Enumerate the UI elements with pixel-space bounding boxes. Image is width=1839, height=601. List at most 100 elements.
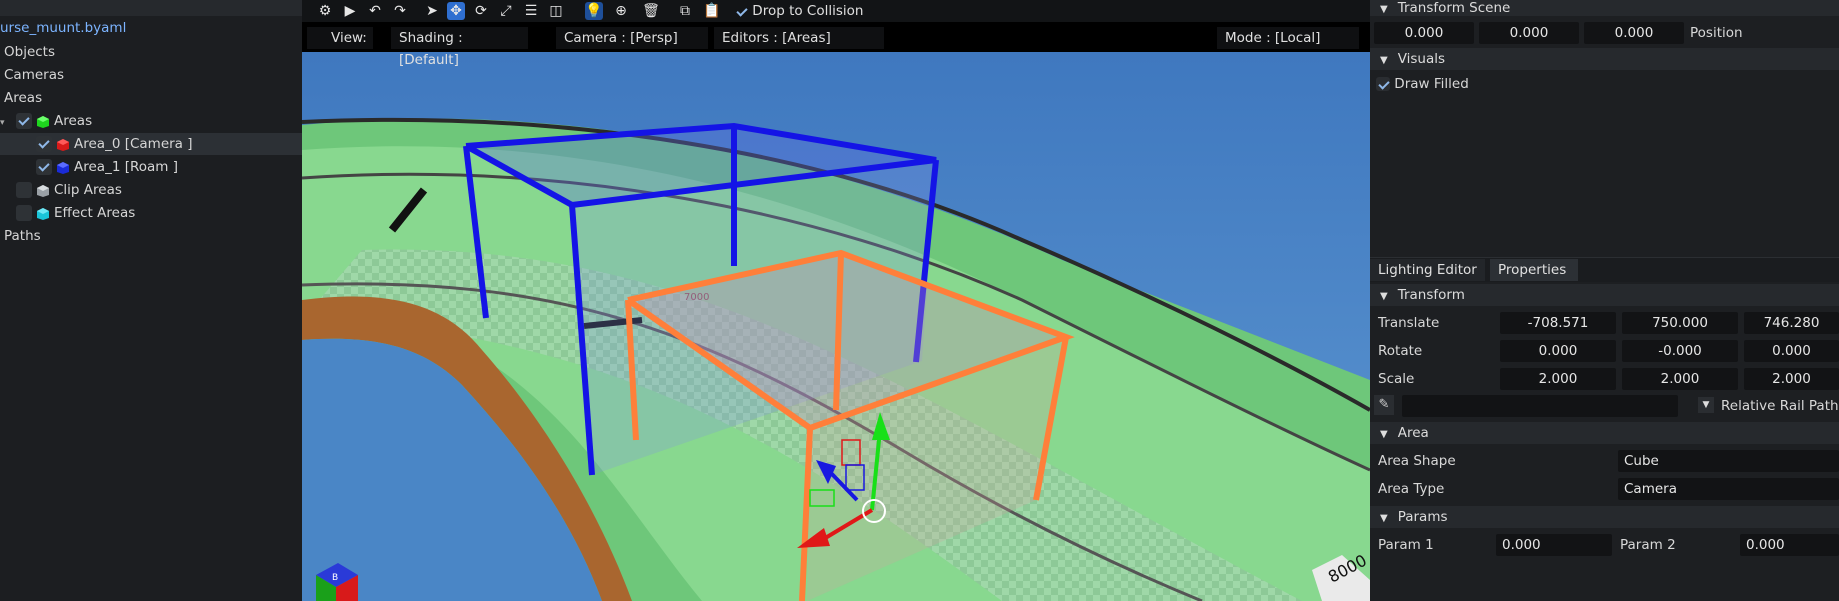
drop-to-collision-checkbox[interactable] — [734, 4, 748, 18]
properties-panel: ▼ Transform Scene 0.000 0.000 0.000 Posit… — [1370, 0, 1839, 601]
param-2-label: Param 2 — [1620, 537, 1676, 553]
outliner-header — [0, 0, 302, 16]
area-type-label: Area Type — [1378, 481, 1445, 497]
scene-position-label: Position — [1690, 25, 1743, 41]
scale-tool-icon[interactable]: ⤢ — [497, 2, 515, 20]
outliner-item-clip-areas[interactable]: Clip Areas — [0, 179, 122, 201]
chevron-down-icon: ▼ — [1380, 291, 1388, 302]
clip-areas-checkbox[interactable] — [16, 182, 32, 198]
red-cube-icon — [56, 137, 70, 151]
translate-y[interactable]: 750.000 — [1622, 312, 1738, 334]
outliner-label-clip-areas: Clip Areas — [54, 182, 122, 198]
scene-position-y[interactable]: 0.000 — [1479, 22, 1579, 44]
area-1-visibility-checkbox[interactable] — [36, 159, 52, 175]
draw-filled-checkbox[interactable] — [1376, 77, 1390, 91]
scene-position-x[interactable]: 0.000 — [1374, 22, 1474, 44]
param-1-input[interactable]: 0.000 — [1496, 534, 1612, 556]
lightbulb-icon[interactable]: 💡 — [585, 2, 603, 20]
areas-visibility-checkbox[interactable] — [16, 113, 32, 129]
transform-title: Transform — [1397, 287, 1465, 303]
paste-icon[interactable]: 📋 — [703, 2, 721, 20]
outliner-label-areas: Areas — [54, 113, 93, 129]
visuals-header[interactable]: ▼ Visuals — [1370, 48, 1839, 70]
rotate-x[interactable]: 0.000 — [1500, 340, 1616, 362]
scale-label: Scale — [1378, 371, 1415, 387]
translate-z[interactable]: 746.280 — [1744, 312, 1839, 334]
list-icon[interactable]: ☰ — [522, 2, 540, 20]
gray-cube-icon — [36, 183, 50, 197]
params-header[interactable]: ▼ Params — [1370, 506, 1839, 528]
outliner-item-effect-areas[interactable]: Effect Areas — [0, 202, 135, 224]
outliner-label-area-1: Area_1 [Roam ] — [74, 159, 178, 175]
outliner-file-name[interactable]: urse_muunt.byaml — [0, 17, 126, 39]
outliner-item-areas[interactable]: Areas — [4, 87, 42, 109]
rail-path-dropdown-icon[interactable]: ▼ — [1698, 397, 1714, 413]
area-shape-label: Area Shape — [1378, 453, 1456, 469]
drop-to-collision-label: Drop to Collision — [752, 3, 864, 19]
editors-menu[interactable]: Editors : [Areas] — [714, 27, 884, 49]
view-menu-label: View: — [331, 30, 367, 46]
mode-menu[interactable]: Mode : [Local] — [1217, 27, 1359, 49]
effect-areas-checkbox[interactable] — [16, 205, 32, 221]
delete-icon[interactable]: 🗑 — [642, 2, 660, 20]
param-2-input[interactable]: 0.000 — [1740, 534, 1839, 556]
blue-cube-icon — [56, 160, 70, 174]
rotate-z[interactable]: 0.000 — [1744, 340, 1839, 362]
shading-menu[interactable]: Shading : [Default] — [391, 27, 528, 68]
chevron-down-icon[interactable]: ▾ — [0, 112, 10, 134]
outliner-label-area-0: Area_0 [Camera ] — [74, 136, 193, 152]
chevron-down-icon: ▼ — [1380, 513, 1388, 524]
copy-icon[interactable]: ⧉ — [676, 2, 694, 20]
area-header[interactable]: ▼ Area — [1370, 422, 1839, 444]
undo-icon[interactable]: ↶ — [366, 2, 384, 20]
outliner-label-effect-areas: Effect Areas — [54, 205, 136, 221]
tab-properties[interactable]: Properties — [1490, 259, 1578, 281]
select-cursor-icon[interactable]: ➤ — [423, 2, 441, 20]
draw-filled-label: Draw Filled — [1394, 76, 1469, 92]
translate-label: Translate — [1378, 315, 1440, 331]
translate-x[interactable]: -708.571 — [1500, 312, 1616, 334]
outliner-item-objects[interactable]: Objects — [4, 41, 55, 63]
scene-position-z[interactable]: 0.000 — [1584, 22, 1684, 44]
play-icon[interactable]: ▶ — [341, 2, 359, 20]
rotate-tool-icon[interactable]: ⟳ — [472, 2, 490, 20]
scale-z[interactable]: 2.000 — [1744, 368, 1839, 390]
tab-lighting-editor[interactable]: Lighting Editor — [1370, 259, 1485, 281]
rotate-y[interactable]: -0.000 — [1622, 340, 1738, 362]
scene-render[interactable]: 7000 8000 B — [302, 0, 1370, 601]
transform-header[interactable]: ▼ Transform — [1370, 284, 1839, 306]
viewport-3d[interactable]: 7000 8000 B ⚙ ▶ ↶ ↷ ➤ ✥ ⟳ ⤢ ☰ ◫ 💡 ⊕ 🗑 ⧉ … — [302, 0, 1370, 601]
eyedropper-icon[interactable]: ✎ — [1374, 395, 1394, 415]
outliner-item-area-1[interactable]: Area_1 [Roam ] — [0, 156, 178, 178]
svg-text:B: B — [332, 573, 338, 583]
outliner-group-areas[interactable]: ▾ Areas — [0, 110, 92, 132]
green-cube-icon — [36, 114, 50, 128]
view-menu[interactable]: View: — [307, 27, 373, 49]
chevron-down-icon: ▼ — [1380, 4, 1388, 15]
rotate-label: Rotate — [1378, 343, 1423, 359]
scale-y[interactable]: 2.000 — [1622, 368, 1738, 390]
area-shape-select[interactable]: Cube — [1618, 450, 1839, 472]
move-tool-icon[interactable]: ✥ — [447, 2, 465, 20]
params-title: Params — [1397, 509, 1448, 525]
scale-x[interactable]: 2.000 — [1500, 368, 1616, 390]
transform-scene-header[interactable]: ▼ Transform Scene — [1370, 0, 1839, 16]
viewport-toolbar: ⚙ ▶ ↶ ↷ ➤ ✥ ⟳ ⤢ ☰ ◫ 💡 ⊕ 🗑 ⧉ 📋 Drop to Co… — [302, 0, 1370, 22]
camera-menu[interactable]: Camera : [Persp] — [556, 27, 708, 49]
outliner-panel: urse_muunt.byaml Objects Cameras Areas ▾… — [0, 0, 302, 601]
add-object-icon[interactable]: ⊕ — [612, 2, 630, 20]
outliner-item-paths[interactable]: Paths — [4, 225, 41, 247]
rail-path-input[interactable] — [1402, 395, 1678, 417]
outliner-item-area-0[interactable]: Area_0 [Camera ] — [0, 133, 302, 155]
visuals-title: Visuals — [1397, 51, 1446, 67]
drop-to-collision-toggle[interactable]: Drop to Collision — [734, 0, 863, 22]
transform-scene-title: Transform Scene — [1397, 0, 1511, 16]
settings-gear-icon[interactable]: ⚙ — [316, 2, 334, 20]
bounds-icon[interactable]: ◫ — [547, 2, 565, 20]
outliner-item-cameras[interactable]: Cameras — [4, 64, 64, 86]
chevron-down-icon: ▼ — [1380, 55, 1388, 66]
area-0-visibility-checkbox[interactable] — [36, 136, 52, 152]
area-type-select[interactable]: Camera — [1618, 478, 1839, 500]
redo-icon[interactable]: ↷ — [391, 2, 409, 20]
draw-filled-toggle[interactable]: Draw Filled — [1376, 73, 1469, 95]
